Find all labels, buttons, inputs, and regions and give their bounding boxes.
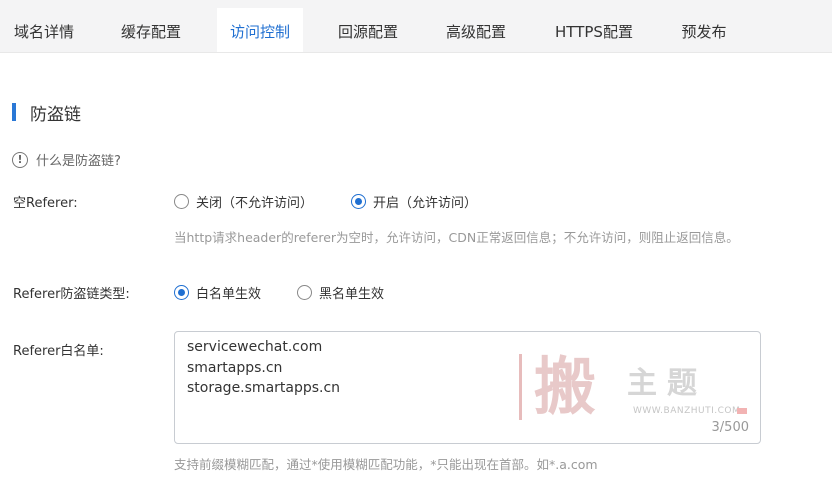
blacklist-option-label: 黑名单生效	[319, 287, 385, 302]
blacklist-option[interactable]: 黑名单生效	[297, 283, 384, 302]
empty-referer-on-label: 开启（允许访问）	[373, 196, 478, 211]
radio-off-icon[interactable]	[174, 194, 189, 209]
whitelist-option-label: 白名单生效	[196, 287, 262, 302]
tab-advanced-config[interactable]: 高级配置	[431, 8, 521, 52]
empty-referer-label: 空Referer:	[13, 196, 78, 211]
whitelist-entry: servicewechat.com	[187, 339, 323, 355]
whitelist-hint: 支持前缀模糊匹配，通过*使用模糊匹配功能，*只能出现在首部。如*.a.com	[174, 457, 598, 472]
section-accent-bar	[12, 103, 16, 121]
empty-referer-off-option[interactable]: 关闭（不允许访问）	[174, 192, 313, 211]
section-header: 防盗链	[12, 101, 81, 125]
radio-on-icon[interactable]	[351, 194, 366, 209]
tab-bar: 域名详情 缓存配置 访问控制 回源配置 高级配置 HTTPS配置 预发布	[0, 0, 832, 53]
whitelist-entry: storage.smartapps.cn	[187, 380, 341, 396]
whitelist-option[interactable]: 白名单生效	[174, 283, 261, 302]
tab-access-control[interactable]: 访问控制	[217, 8, 303, 52]
watermark-text: 主题	[627, 366, 707, 401]
info-icon: !	[12, 151, 28, 168]
whitelist-label: Referer白名单:	[13, 344, 104, 359]
tab-https-config[interactable]: HTTPS配置	[540, 8, 648, 52]
help-link[interactable]: ! 什么是防盗链?	[12, 150, 121, 169]
radio-whitelist-icon[interactable]	[174, 285, 189, 300]
tab-cache-config[interactable]: 缓存配置	[106, 8, 196, 52]
tab-domain-details[interactable]: 域名详情	[0, 8, 88, 52]
whitelist-entry: smartapps.cn	[187, 360, 283, 376]
empty-referer-off-label: 关闭（不允许访问）	[196, 196, 314, 211]
referer-type-label: Referer防盗链类型:	[13, 287, 130, 302]
watermark-big-char: 搬	[533, 350, 596, 423]
watermark-url: WWW.BANZHUTI.COM	[633, 406, 741, 416]
help-link-text: 什么是防盗链?	[36, 154, 121, 169]
tab-pre-release[interactable]: 预发布	[668, 8, 740, 52]
radio-blacklist-icon[interactable]	[297, 285, 312, 300]
watermark-accent	[737, 408, 747, 414]
char-counter: 3/500	[711, 420, 749, 435]
tab-origin-config[interactable]: 回源配置	[323, 8, 413, 52]
section-title: 防盗链	[30, 104, 81, 125]
watermark-logo: 搬 主题 WWW.BANZHUTI.COM	[515, 352, 755, 422]
empty-referer-hint: 当http请求header的referer为空时，允许访问，CDN正常返回信息；…	[174, 230, 739, 245]
empty-referer-on-option[interactable]: 开启（允许访问）	[351, 192, 477, 211]
